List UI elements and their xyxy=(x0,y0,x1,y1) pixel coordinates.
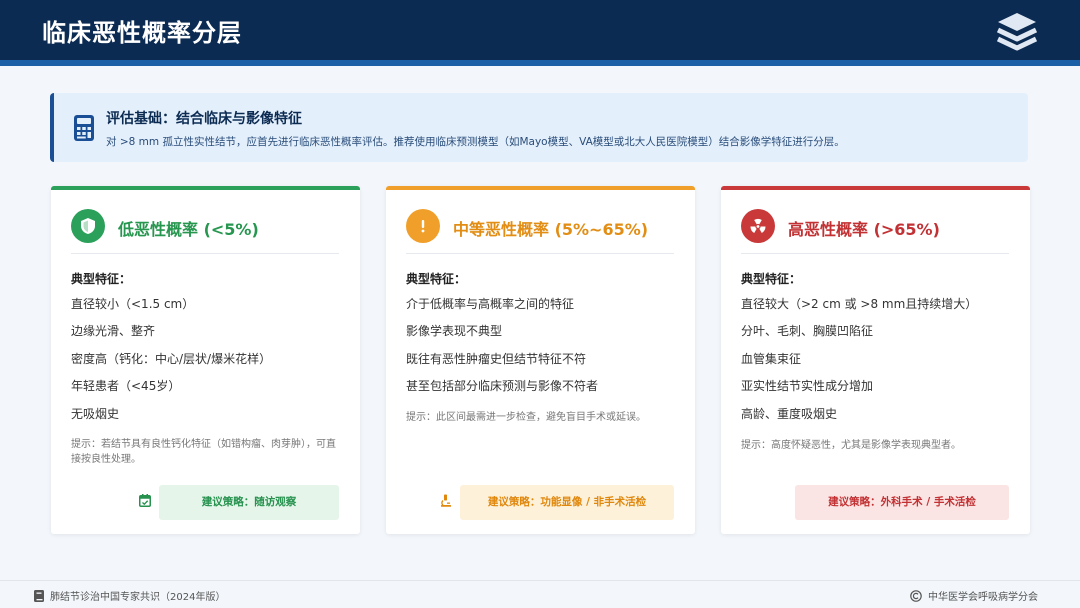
features-heading: 典型特征： xyxy=(406,272,467,286)
feature-list: 介于低概率与高概率之间的特征 影像学表现不典型 既往有恶性肿瘤史但结节特征不符 … xyxy=(406,297,598,407)
card-title: 中等恶性概率 (5%~65%) xyxy=(453,220,649,239)
high-probability-card: 高恶性概率 (>65%) 典型特征： 直径较大（>2 cm 或 >8 mm且持续… xyxy=(721,186,1030,534)
card-title: 高恶性概率 (>65%) xyxy=(788,220,940,239)
calendar-check-icon xyxy=(139,494,151,507)
layers-icon xyxy=(996,13,1038,51)
footer-publisher: 中华医学会呼吸病学分会 xyxy=(910,588,1038,603)
feature-list: 直径较小（<1.5 cm） 边缘光滑、整齐 密度高（钙化：中心/层状/爆米花样）… xyxy=(71,297,271,434)
medium-probability-card: 中等恶性概率 (5%~65%) 典型特征： 介于低概率与高概率之间的特征 影像学… xyxy=(386,186,695,534)
low-probability-card: 低恶性概率 (<5%) 典型特征： 直径较小（<1.5 cm） 边缘光滑、整齐 … xyxy=(51,186,360,534)
tip-text: 提示：高度怀疑恶性，尤其是影像学表现典型者。 xyxy=(741,440,961,451)
list-item: 直径较小（<1.5 cm） xyxy=(71,297,195,311)
list-item: 边缘光滑、整齐 xyxy=(71,324,156,339)
footer-right-text: 中华医学会呼吸病学分会 xyxy=(928,592,1038,603)
tip-text: 提示：此区间最需进一步检查，避免盲目手术或延误。 xyxy=(406,412,646,423)
list-item: 影像学表现不典型 xyxy=(406,324,503,339)
feature-list: 直径较大（>2 cm 或 >8 mm且持续增大） 分叶、毛刺、胸膜凹陷征 血管集… xyxy=(741,297,977,434)
list-item: 血管集束征 xyxy=(741,351,802,366)
info-title: 评估基础：结合临床与影像特征 xyxy=(106,111,302,127)
card-title: 低恶性概率 (<5%) xyxy=(118,220,259,239)
microscope-icon xyxy=(441,494,451,507)
strategy-badge: 建议策略：随访观察 xyxy=(159,485,339,520)
info-text: 对 >8 mm 孤立性实性结节，应首先进行临床恶性概率评估。推荐使用临床预测模型… xyxy=(106,136,845,148)
list-item: 年轻患者（<45岁） xyxy=(71,379,181,394)
header-accent-bar xyxy=(0,60,1080,66)
list-item: 分叶、毛刺、胸膜凹陷征 xyxy=(741,324,874,339)
card-badge xyxy=(406,209,440,243)
list-item: 介于低概率与高概率之间的特征 xyxy=(406,297,575,311)
list-item: 高龄、重度吸烟史 xyxy=(741,406,838,421)
divider xyxy=(406,253,674,254)
list-item: 密度高（钙化：中心/层状/爆米花样） xyxy=(71,351,272,366)
page-title: 临床恶性概率分层 xyxy=(42,19,242,47)
exclamation-icon xyxy=(421,220,425,233)
tip-text: 提示：若结节具有良性钙化特征（如错构瘤、肉芽肿），可直接按良性处理。 xyxy=(71,439,336,465)
list-item: 亚实性结节实性成分增加 xyxy=(741,379,874,394)
list-item: 甚至包括部分临床预测与影像不符者 xyxy=(406,379,599,394)
assessment-basis-box: 评估基础：结合临床与影像特征 对 >8 mm 孤立性实性结节，应首先进行临床恶性… xyxy=(50,93,1028,162)
footer: 肺结节诊治中国专家共识（2024年版） 中华医学会呼吸病学分会 xyxy=(0,580,1080,608)
features-heading: 典型特征： xyxy=(71,272,132,286)
list-item: 无吸烟史 xyxy=(71,406,120,421)
shield-icon xyxy=(81,218,95,234)
strategy-badge: 建议策略：功能显像 / 非手术活检 xyxy=(460,485,674,520)
radiation-icon xyxy=(750,218,766,233)
list-item: 既往有恶性肿瘤史但结节特征不符 xyxy=(406,351,587,366)
copyright-icon xyxy=(910,590,922,602)
footer-source: 肺结节诊治中国专家共识（2024年版） xyxy=(34,588,225,603)
card-badge xyxy=(71,209,105,243)
features-heading: 典型特征： xyxy=(741,272,802,286)
divider xyxy=(71,253,339,254)
book-icon xyxy=(34,590,44,602)
header-bar: 临床恶性概率分层 xyxy=(0,0,1080,60)
card-badge xyxy=(741,209,775,243)
calculator-icon xyxy=(74,115,94,141)
footer-left-text: 肺结节诊治中国专家共识（2024年版） xyxy=(50,592,226,603)
list-item: 直径较大（>2 cm 或 >8 mm且持续增大） xyxy=(741,297,978,311)
divider xyxy=(741,253,1009,254)
strategy-badge: 建议策略：外科手术 / 手术活检 xyxy=(795,485,1009,520)
